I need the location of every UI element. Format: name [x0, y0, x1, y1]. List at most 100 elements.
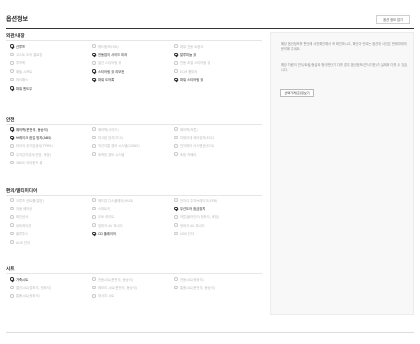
option-label: 에어백(사이드)	[97, 127, 119, 132]
option-label: 전자제어 서스펜션(ECS)	[179, 144, 215, 149]
option-item: 자동 에어컨	[10, 205, 32, 211]
empty-circle-icon	[10, 144, 14, 148]
check-circle-icon	[92, 52, 96, 57]
empty-circle-icon	[10, 61, 14, 65]
option-item: 오토 라이트	[92, 214, 114, 220]
option-label: 헤드업 디스플레이(HUD)	[97, 198, 134, 203]
empty-circle-icon	[174, 61, 178, 65]
option-label: 차체자세 제어장치(ESC)	[179, 135, 215, 140]
option-item: 선루프	[10, 43, 25, 49]
option-item: 주차감지센서(전방, 후방)	[10, 151, 51, 157]
option-label: CD 플레이어	[97, 232, 117, 237]
check-circle-icon	[174, 52, 178, 57]
option-item: 전동시트(뒷좌석)	[174, 276, 204, 282]
option-item: 스마트키	[92, 205, 110, 211]
option-item: 전자제어 서스펜션(ECS)	[174, 143, 214, 149]
option-item: 전동시트(운전석, 동승석)	[92, 276, 133, 282]
option-label: 후측방 경보 시스템	[97, 152, 125, 157]
empty-circle-icon	[92, 198, 96, 202]
option-item: 무선도어 잠금장치	[174, 205, 205, 211]
empty-circle-icon	[174, 69, 178, 73]
empty-circle-icon	[174, 215, 178, 219]
option-item: 알루미늄 휠	[174, 51, 196, 57]
option-item: 커튼/블라인드(뒷좌석, 후방)	[174, 214, 219, 220]
option-item: 가죽시트	[10, 276, 28, 282]
empty-circle-icon	[174, 135, 178, 140]
option-item: 에어백(운전석, 동승석)	[10, 126, 48, 132]
empty-circle-icon	[174, 277, 178, 281]
empty-circle-icon	[92, 223, 96, 227]
option-label: 자동 에어컨	[15, 206, 33, 211]
empty-circle-icon	[10, 215, 14, 219]
option-label: 전동시트(운전석, 동승석)	[97, 277, 133, 282]
option-label: 뒷좌석 AV 모니터	[179, 223, 205, 228]
option-item: 전동 조절 스티어링 휠	[174, 60, 210, 66]
option-item: 헤드업 디스플레이(HUD)	[92, 197, 133, 203]
section-title: 안전	[6, 118, 15, 123]
empty-circle-icon	[174, 223, 178, 227]
option-item: 에어백(사이드)	[92, 126, 119, 132]
section-title: 외관/내장	[6, 34, 25, 39]
empty-circle-icon	[10, 77, 14, 82]
empty-circle-icon	[92, 144, 96, 148]
option-label: 스티어링 휠 리모컨	[97, 69, 125, 74]
option-label: 마사지 시트	[97, 294, 115, 299]
option-label: 고스트 도어 클로징	[15, 52, 43, 57]
option-label: 커튼/블라인드(뒷좌석, 후방)	[179, 215, 220, 220]
empty-circle-icon	[174, 44, 178, 48]
option-label: 파워 전동 트렁크	[179, 44, 204, 49]
option-item: 통풍시트(운전석, 동승석)	[174, 284, 215, 290]
empty-circle-icon	[10, 198, 14, 202]
option-label: 크루즈 컨트롤(일반)	[15, 198, 44, 203]
option-label: 에어백(운전석, 동승석)	[15, 127, 48, 132]
option-label: 블루투스	[15, 232, 29, 237]
option-item: ECM 룸미러	[174, 68, 197, 74]
option-item: 마사지 시트	[92, 293, 114, 299]
empty-circle-icon	[92, 127, 96, 131]
empty-circle-icon	[92, 294, 96, 298]
empty-circle-icon	[92, 61, 96, 65]
option-item: USB 단자	[174, 231, 194, 237]
option-item: CD 플레이어	[92, 231, 116, 237]
option-label: 앞좌석 AV 모니터	[97, 223, 123, 228]
option-label: USB 단자	[179, 232, 194, 237]
option-label: ECM 룸미러	[179, 69, 198, 74]
option-label: 전자식 주차브레이크(EPB)	[179, 198, 218, 203]
price-info-button[interactable]: 선택가격(출)정보기	[280, 89, 314, 97]
option-item: 하이패스	[10, 77, 28, 83]
option-label: 파워 스티어링 휠	[179, 78, 204, 83]
option-item: 브레이크 잠김 방지(ABS)	[10, 134, 51, 140]
option-label: 무선도어 잠금장치	[179, 206, 206, 211]
option-item: 에어백(커튼)	[174, 126, 198, 132]
check-circle-icon	[10, 44, 14, 48]
option-item: 360도 어라운드 뷰	[10, 160, 43, 166]
empty-circle-icon	[10, 285, 14, 290]
option-label: 선루프	[15, 44, 26, 49]
section-divider	[6, 40, 262, 41]
option-item: 헤드램프(HID)	[92, 43, 119, 49]
empty-circle-icon	[10, 52, 14, 57]
check-circle-icon	[174, 206, 178, 211]
empty-circle-icon	[174, 198, 178, 202]
option-item: 전자식 주차브레이크(EPB)	[174, 197, 217, 203]
empty-circle-icon	[92, 44, 96, 48]
option-label: 가죽시트	[15, 277, 29, 282]
empty-circle-icon	[92, 215, 96, 219]
option-label: 전동시트(뒷좌석)	[179, 277, 204, 282]
option-label: 알루미늄 휠	[179, 52, 197, 57]
option-item: 열선 스티어링 휠	[92, 60, 121, 66]
option-item: 앞좌석 AV 모니터	[92, 222, 123, 228]
option-item: 레인센서	[10, 214, 28, 220]
bottom-divider	[6, 332, 414, 333]
check-circle-icon	[10, 127, 14, 131]
empty-circle-icon	[92, 206, 96, 211]
sidebar-note-2: 해당 차량의 연식/트림/등급과 형식판단기 다를 경우 옵션정보(연식기준)가…	[281, 63, 408, 72]
section-title: 편의/멀티미디어	[6, 189, 38, 194]
option-item: 블루투스	[10, 231, 28, 237]
option-label: 내비게이션	[15, 223, 32, 228]
empty-circle-icon	[10, 206, 14, 211]
option-item: 전동접이 사이드 미러	[92, 51, 127, 57]
option-item: 파워 도어록	[92, 77, 114, 83]
empty-circle-icon	[92, 285, 96, 290]
collapse-options-button[interactable]: 옵션 정보 접기	[376, 15, 410, 24]
